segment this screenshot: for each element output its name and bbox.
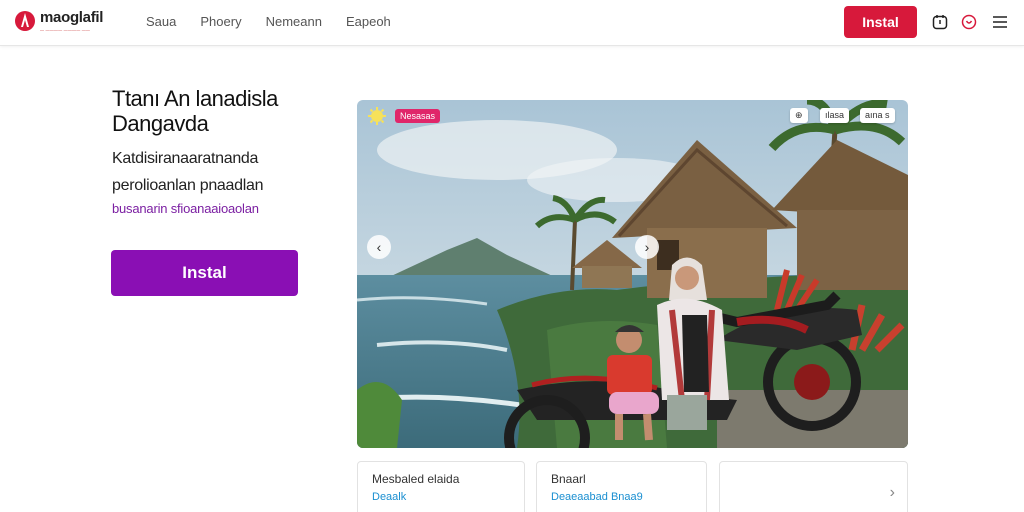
logo-subtext: — ———— ———— —— (40, 27, 91, 32)
top-navigation-bar: maoglafil — ———— ———— —— Saua Phoery Nem… (0, 0, 1024, 46)
app-icon[interactable] (930, 12, 950, 32)
header-install-button[interactable]: Instal (844, 6, 917, 38)
hero-link[interactable]: busanarin sfioanaaioaolan (112, 201, 259, 216)
card-title: Mesbaled elaida (372, 472, 460, 486)
carousel-prev-button[interactable]: ‹ (367, 235, 391, 259)
menu-icon[interactable] (990, 12, 1010, 32)
chevron-left-icon: ‹ (376, 239, 382, 255)
photo-tag: Nesasas (395, 109, 441, 123)
carousel-next-button[interactable]: › (635, 235, 659, 259)
card-link[interactable]: Deaeaabad Bnaa9 (551, 491, 692, 503)
card-link[interactable]: Deaalk (372, 491, 510, 503)
nav-item-2[interactable]: Phoery (200, 14, 241, 29)
photo-chip-3[interactable]: aına s (860, 108, 895, 123)
logo[interactable]: maoglafil — ———— ———— —— (14, 8, 103, 34)
nav-item-3[interactable]: Nemeann (266, 14, 322, 29)
logo-icon (15, 11, 35, 31)
photo-chip-1[interactable]: ⊕ (790, 108, 808, 123)
info-card-2[interactable]: Bnaarl Deaeaabad Bnaa9 (536, 461, 707, 512)
info-card-3[interactable]: › (719, 461, 908, 512)
hero-description: Katdisiranaaratnanda perolioanlan pnaadl… (112, 150, 264, 194)
photo-chip-2[interactable]: ılasa (820, 108, 850, 123)
hero-title: Ttanı An lanadisla Dangavda (112, 86, 278, 136)
chevron-right-icon: › (644, 239, 650, 255)
chevron-right-icon: › (889, 484, 895, 501)
main-nav: Saua Phoery Nemeann Eapeoh (146, 14, 391, 29)
nav-item-4[interactable]: Eapeoh (346, 14, 391, 29)
heart-icon[interactable] (959, 12, 979, 32)
logo-text: maoglafil (40, 9, 104, 26)
nav-item-1[interactable]: Saua (146, 14, 176, 29)
info-card-1[interactable]: Mesbaled elaida Deaalk (357, 461, 525, 512)
install-button[interactable]: Instal (111, 250, 298, 296)
hero-photo (357, 100, 908, 448)
hero-photo-carousel: Nesasas ⊕ ılasa aına s ‹ › (357, 100, 908, 448)
card-title: Bnaarl (551, 472, 586, 486)
sun-badge-icon (368, 107, 386, 125)
